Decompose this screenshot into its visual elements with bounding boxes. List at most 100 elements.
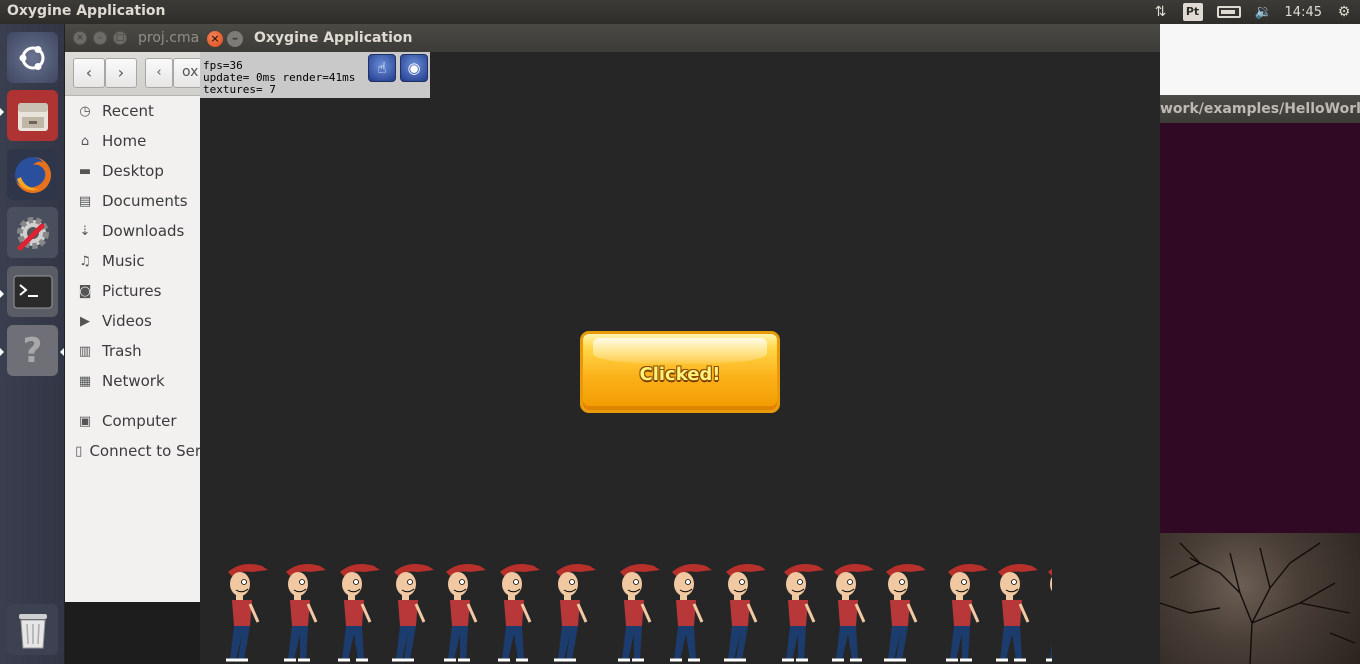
walker-sprite (392, 564, 434, 662)
walker-sprite (884, 564, 926, 662)
terminal-path: work/examples/HelloWorld (1160, 101, 1360, 117)
sidebar-item-computer[interactable]: ▣ Computer (65, 406, 201, 436)
desktop-icon: ▬ (78, 163, 92, 179)
walker-sprite (946, 564, 988, 662)
walker-sprite (670, 564, 712, 662)
sidebar-item-desktop[interactable]: ▬ Desktop (65, 156, 201, 186)
oxygine-titlebar: × – Oxygine Application (200, 24, 1160, 52)
desktop-background (65, 602, 201, 664)
files-icon[interactable] (7, 90, 58, 141)
sidebar-item-network[interactable]: ▦ Network (65, 366, 201, 396)
clicked-button[interactable]: Clicked! (580, 331, 780, 413)
home-icon: ⌂ (80, 133, 90, 149)
touch-hand-icon[interactable]: ☝ (368, 54, 396, 82)
files-sidebar: ◷ Recent ⌂ Home ▬ Desktop ▤ Documents ⇣ Downloads… (65, 96, 201, 466)
back-button[interactable]: ‹ (73, 58, 105, 88)
focus-indicator (60, 348, 64, 356)
minimize-icon[interactable]: – (93, 31, 107, 45)
oxygine-window-title: Oxygine Application (254, 30, 413, 46)
sidebar-item-label: Videos (102, 312, 152, 330)
computer-icon: ▣ (78, 413, 92, 429)
sidebar-item-downloads[interactable]: ⇣ Downloads (65, 216, 201, 246)
documents-icon: ▤ (78, 193, 92, 209)
minimize-icon[interactable]: – (227, 31, 243, 47)
walker-sprite (1046, 569, 1052, 662)
top-panel: Oxygine Application ⇅ Pt 🔉 14:45 ⚙ (0, 0, 1360, 24)
files-window: × – □ proj.cma ‹ › ‹ ox ◷ Recent ⌂ Home ▬ Des… (65, 24, 213, 602)
tree-inspector-icon[interactable]: ◉ (400, 54, 428, 82)
sidebar-item-label: Trash (102, 342, 142, 360)
walker-sprite (338, 564, 380, 662)
dash-home-icon[interactable] (7, 32, 58, 83)
clock[interactable]: 14:45 (1285, 5, 1322, 20)
game-stage[interactable]: fps=36 update= 0ms render=41ms textures= 7… (200, 52, 1160, 664)
active-app-title: Oxygine Application (7, 3, 166, 19)
music-icon: ♫ (79, 253, 91, 269)
wallpaper-photo (1160, 533, 1360, 664)
forward-button[interactable]: › (105, 58, 137, 88)
running-indicator (0, 348, 4, 356)
sidebar-item-label: Home (102, 132, 147, 150)
firefox-icon[interactable] (7, 149, 58, 200)
terminal-window (1160, 123, 1360, 533)
sidebar-item-documents[interactable]: ▤ Documents (65, 186, 201, 216)
oxygine-window: × – Oxygine Application fps=36 update= 0m… (200, 24, 1160, 664)
indicator-area: ⇅ Pt 🔉 14:45 ⚙ (1153, 0, 1352, 24)
button-shine (593, 338, 767, 364)
terminal-titlebar: work/examples/HelloWorld (1160, 95, 1360, 123)
walker-sprite (782, 564, 824, 662)
debug-textures: textures= 7 (203, 83, 276, 96)
sidebar-item-home[interactable]: ⌂ Home (65, 126, 201, 156)
maximize-icon[interactable]: □ (113, 31, 127, 45)
volume-icon[interactable]: 🔉 (1255, 4, 1272, 20)
network-transfer-icon[interactable]: ⇅ (1153, 4, 1169, 20)
clicked-button-label: Clicked! (639, 364, 721, 385)
network-icon: ▦ (78, 373, 92, 389)
walker-sprite (724, 564, 766, 662)
sidebar-item-pictures[interactable]: ◙ Pictures (65, 276, 201, 306)
walker-sprite (554, 564, 596, 662)
power-gear-icon[interactable]: ⚙ (1336, 4, 1352, 20)
sidebar-item-label: Pictures (102, 282, 162, 300)
close-icon[interactable]: × (73, 31, 87, 45)
walker-sprite (498, 564, 540, 662)
trash-icon: ▥ (78, 343, 92, 359)
walker-sprite (832, 564, 874, 662)
system-settings-icon[interactable] (7, 207, 58, 258)
running-indicator (0, 108, 4, 116)
sidebar-item-label: Desktop (102, 162, 164, 180)
launcher: ? (0, 24, 65, 664)
close-icon[interactable]: × (207, 31, 223, 47)
keyboard-layout-indicator[interactable]: Pt (1182, 3, 1203, 21)
sidebar-item-label: Downloads (102, 222, 185, 240)
sidebar-item-connect-to-ser[interactable]: ▯ Connect to Ser (65, 436, 201, 466)
sidebar-item-label: Computer (102, 412, 177, 430)
files-window-title: proj.cma (138, 30, 200, 46)
walker-sprite (996, 564, 1038, 662)
sidebar-item-trash[interactable]: ▥ Trash (65, 336, 201, 366)
help-icon[interactable]: ? (7, 325, 58, 376)
walker-sprite (618, 564, 660, 662)
pictures-icon: ◙ (78, 283, 92, 299)
sidebar-item-recent[interactable]: ◷ Recent (65, 96, 201, 126)
videos-icon: ▶ (80, 313, 90, 329)
recent-icon: ◷ (79, 103, 91, 119)
battery-icon[interactable] (1216, 6, 1241, 18)
sidebar-item-videos[interactable]: ▶ Videos (65, 306, 201, 336)
running-indicator (0, 290, 4, 298)
files-toolbar: ‹ › ‹ ox (65, 52, 213, 96)
browser-window-fragment (1160, 24, 1360, 95)
sidebar-item-label: Music (102, 252, 145, 270)
terminal-icon[interactable] (7, 266, 58, 317)
sidebar-item-music[interactable]: ♫ Music (65, 246, 201, 276)
walker-sprite (284, 564, 326, 662)
files-titlebar: × – □ proj.cma (65, 24, 201, 52)
sidebar-item-label: Connect to Ser (89, 442, 201, 460)
connect-server-icon: ▯ (75, 443, 83, 459)
walker-sprite (444, 564, 486, 662)
path-left-button[interactable]: ‹ (145, 58, 173, 88)
downloads-icon: ⇣ (79, 223, 91, 239)
walking-sprites (226, 564, 1052, 662)
sidebar-item-label: Recent (102, 102, 154, 120)
trash-icon[interactable] (7, 604, 58, 655)
